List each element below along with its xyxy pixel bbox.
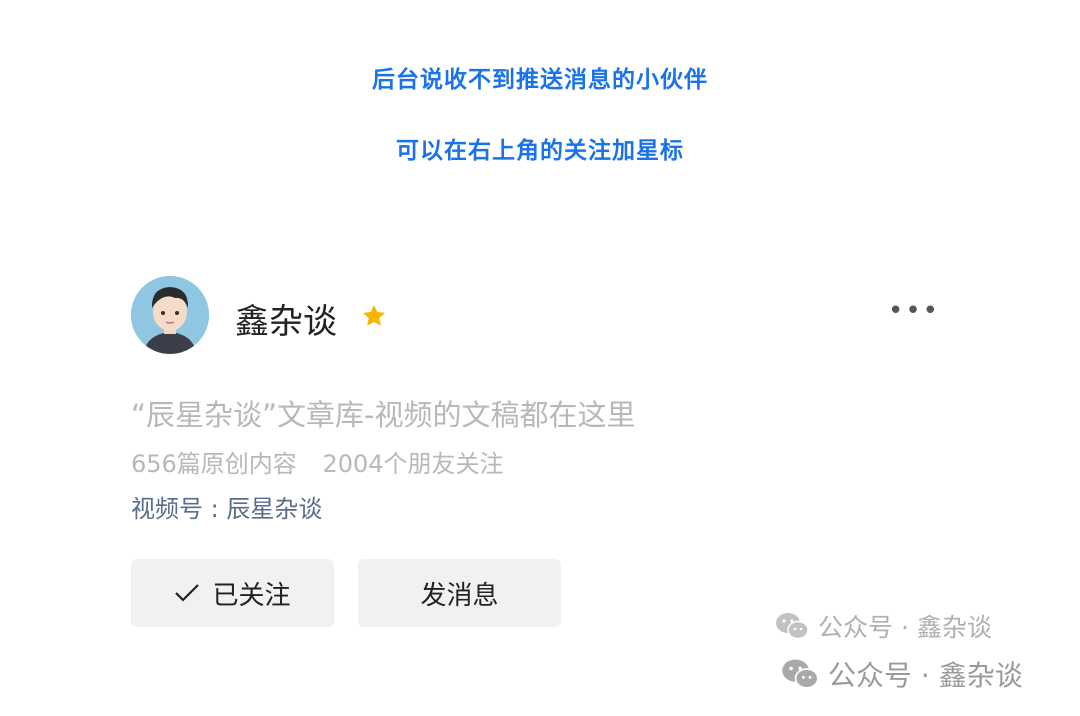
watermark-text: 公众号 · 鑫杂谈: [828, 659, 1023, 692]
more-options-icon[interactable]: •••: [888, 296, 940, 326]
original-count: 656篇原创内容: [131, 450, 297, 478]
watermark-text: 公众号 · 鑫杂谈: [818, 613, 992, 642]
avatar-illustration: [131, 276, 209, 354]
notice-line-1: 后台说收不到推送消息的小伙伴: [372, 67, 708, 93]
account-description: “辰星杂谈”文章库-视频的文稿都在这里: [131, 398, 636, 432]
followed-button[interactable]: 已关注: [131, 559, 334, 627]
friends-following: 2004个朋友关注: [322, 450, 504, 478]
send-message-label: 发消息: [420, 580, 499, 611]
watermark: 公众号 · 鑫杂谈: [774, 608, 992, 644]
account-stats: 656篇原创内容 2004个朋友关注: [131, 444, 504, 479]
account-name: 鑫杂谈: [235, 302, 337, 342]
avatar[interactable]: [131, 276, 209, 354]
send-message-button[interactable]: 发消息: [358, 559, 561, 627]
wechat-icon: [776, 613, 809, 640]
video-channel-link[interactable]: 视频号 : 辰星杂谈: [131, 489, 322, 524]
wechat-icon: [782, 659, 819, 689]
star-icon[interactable]: [360, 302, 388, 330]
followed-label: 已关注: [212, 580, 291, 611]
watermark: 公众号 · 鑫杂谈: [780, 654, 1023, 694]
checkmark-icon: [175, 584, 200, 602]
notice-line-2: 可以在右上角的关注加星标: [396, 138, 684, 164]
